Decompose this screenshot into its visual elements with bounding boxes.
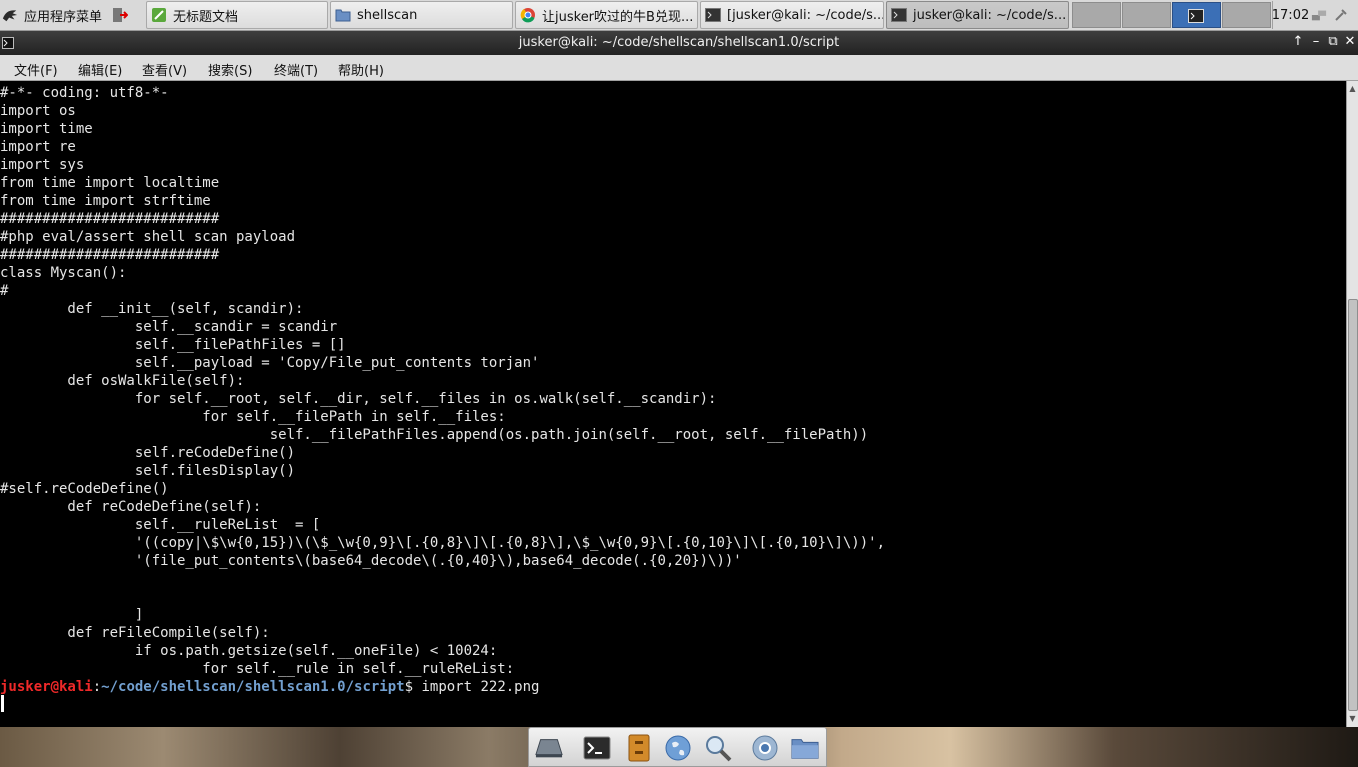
terminal-line: from time import localtime bbox=[0, 175, 220, 191]
scroll-up-arrow-icon[interactable]: ▲ bbox=[1347, 83, 1358, 95]
terminal-line: for self.__root, self.__dir, self.__file… bbox=[0, 391, 717, 407]
dock bbox=[528, 727, 827, 767]
terminal-line: self.__ruleReList = [ bbox=[0, 517, 321, 533]
terminal-area[interactable]: #-*- coding: utf8-*- import os import ti… bbox=[0, 81, 1346, 727]
network-icon bbox=[1311, 7, 1327, 23]
menu-view[interactable]: 查看(V) bbox=[142, 60, 187, 79]
terminal-line: #-*- coding: utf8-*- bbox=[0, 85, 169, 101]
maximize-button[interactable]: ⧉ bbox=[1326, 34, 1340, 50]
close-button[interactable]: ✕ bbox=[1343, 34, 1357, 50]
task-file-manager[interactable]: shellscan bbox=[330, 1, 513, 29]
scroll-down-arrow-icon[interactable]: ▼ bbox=[1347, 713, 1358, 725]
terminal-icon bbox=[891, 7, 907, 23]
task-terminal-1[interactable]: [jusker@kali: ~/code/s... bbox=[700, 1, 884, 29]
task-text-editor[interactable]: 无标题文档 bbox=[146, 1, 328, 29]
task-chrome[interactable]: 让jusker吹过的牛B兑现... bbox=[515, 1, 698, 29]
terminal-line: def __init__(self, scandir): bbox=[0, 301, 304, 317]
terminal-scrollbar[interactable]: ▲ ▼ bbox=[1346, 81, 1358, 727]
terminal-icon bbox=[705, 7, 721, 23]
kali-dragon-icon bbox=[2, 7, 18, 23]
window-title: jusker@kali: ~/code/shellscan/shellscan1… bbox=[518, 35, 840, 50]
quick-launch[interactable] bbox=[112, 1, 142, 29]
terminal-line: self.__scandir = scandir bbox=[0, 319, 338, 335]
folder-icon[interactable] bbox=[791, 734, 819, 762]
task-label: [jusker@kali: ~/code/s... bbox=[727, 7, 884, 23]
task-label: jusker@kali: ~/code/s... bbox=[913, 7, 1067, 23]
terminal-line: ########################## bbox=[0, 247, 220, 263]
terminal-line: def osWalkFile(self): bbox=[0, 373, 245, 389]
terminal-line: def reFileCompile(self): bbox=[0, 625, 270, 641]
task-label: shellscan bbox=[357, 7, 418, 23]
terminal-line: '(file_put_contents\(base64_decode\(.{0,… bbox=[0, 553, 742, 569]
logout-icon bbox=[112, 7, 128, 23]
terminal-line: for self.__filePath in self.__files: bbox=[0, 409, 506, 425]
scrollbar-thumb[interactable] bbox=[1348, 299, 1358, 711]
browser-globe-icon[interactable] bbox=[664, 734, 692, 762]
app-menu-button[interactable]: 应用程序菜单 bbox=[2, 1, 108, 29]
menu-file[interactable]: 文件(F) bbox=[14, 60, 58, 79]
show-desktop-icon[interactable] bbox=[535, 734, 563, 762]
terminal-icon bbox=[1188, 8, 1204, 27]
tray-tool-icon bbox=[1333, 7, 1349, 23]
menubar: 文件(F) 编辑(E) 查看(V) 搜索(S) 终端(T) 帮助(H) bbox=[0, 55, 1358, 81]
shell-prompt-line: jusker@kali:~/code/shellscan/shellscan1.… bbox=[0, 678, 539, 696]
terminal-line: self.__payload = 'Copy/File_put_contents… bbox=[0, 355, 540, 371]
prompt-path: ~/code/shellscan/shellscan1.0/script bbox=[101, 679, 405, 695]
clock[interactable]: 17:02 bbox=[1272, 1, 1308, 29]
terminal-output: #-*- coding: utf8-*- import os import ti… bbox=[0, 84, 885, 678]
terminal-line: #self.reCodeDefine() bbox=[0, 481, 169, 497]
prompt-separator: : bbox=[92, 679, 102, 695]
terminal-line: # bbox=[0, 283, 9, 299]
terminal-icon[interactable] bbox=[583, 734, 611, 762]
terminal-line: if os.path.getsize(self.__oneFile) < 100… bbox=[0, 643, 498, 659]
terminal-line: self.__filePathFiles.append(os.path.join… bbox=[0, 427, 869, 443]
keep-above-button[interactable]: ↑ bbox=[1291, 34, 1305, 50]
menu-help[interactable]: 帮助(H) bbox=[338, 60, 384, 79]
prompt-command: import 222.png bbox=[413, 679, 540, 695]
task-label: 无标题文档 bbox=[173, 9, 239, 25]
menu-edit[interactable]: 编辑(E) bbox=[78, 60, 122, 79]
workspace-2[interactable] bbox=[1122, 2, 1171, 28]
terminal-line: '((copy|\$\w{0,15})\(\$_\w{0,9}\[.{0,8}\… bbox=[0, 535, 886, 551]
prompt-symbol: $ bbox=[404, 679, 414, 695]
terminal-line: for self.__rule in self.__ruleReList: bbox=[0, 661, 515, 677]
menu-terminal[interactable]: 终端(T) bbox=[274, 60, 318, 79]
task-terminal-2[interactable]: jusker@kali: ~/code/s... bbox=[886, 1, 1069, 29]
prompt-user: jusker@kali bbox=[0, 679, 93, 695]
terminal-line: import time bbox=[0, 121, 93, 137]
terminal-window-titlebar[interactable]: jusker@kali: ~/code/shellscan/shellscan1… bbox=[0, 31, 1358, 55]
system-tray[interactable] bbox=[1311, 1, 1356, 29]
workspace-4[interactable] bbox=[1222, 2, 1271, 28]
minimize-button[interactable]: – bbox=[1309, 34, 1323, 50]
chrome-icon bbox=[520, 7, 536, 23]
text-cursor bbox=[1, 695, 4, 712]
terminal-line: self.__filePathFiles = [] bbox=[0, 337, 346, 353]
terminal-line: import sys bbox=[0, 157, 85, 173]
app-menu-label: 应用程序菜单 bbox=[24, 9, 103, 25]
terminal-line: class Myscan(): bbox=[0, 265, 127, 281]
terminal-line: from time import strftime bbox=[0, 193, 211, 209]
files-drawer-icon[interactable] bbox=[625, 734, 653, 762]
terminal-line: ########################## bbox=[0, 211, 220, 227]
terminal-line: #php eval/assert shell scan payload bbox=[0, 229, 296, 245]
text-editor-icon bbox=[151, 7, 167, 23]
chrome-icon[interactable] bbox=[751, 734, 779, 762]
search-magnifier-icon[interactable] bbox=[704, 734, 732, 762]
terminal-line: self.reCodeDefine() bbox=[0, 445, 296, 461]
terminal-line: import re bbox=[0, 139, 76, 155]
terminal-line: self.filesDisplay() bbox=[0, 463, 296, 479]
folder-icon bbox=[335, 7, 351, 23]
workspace-1[interactable] bbox=[1072, 2, 1121, 28]
terminal-line: ] bbox=[0, 607, 144, 623]
menu-search[interactable]: 搜索(S) bbox=[208, 60, 252, 79]
top-taskbar: 应用程序菜单 无标题文档 shellscan 让jusker吹过的牛B兑现...… bbox=[0, 0, 1358, 31]
terminal-line: def reCodeDefine(self): bbox=[0, 499, 262, 515]
task-label: 让jusker吹过的牛B兑现... bbox=[542, 9, 694, 25]
terminal-line: import os bbox=[0, 103, 76, 119]
workspace-3[interactable] bbox=[1172, 2, 1221, 28]
